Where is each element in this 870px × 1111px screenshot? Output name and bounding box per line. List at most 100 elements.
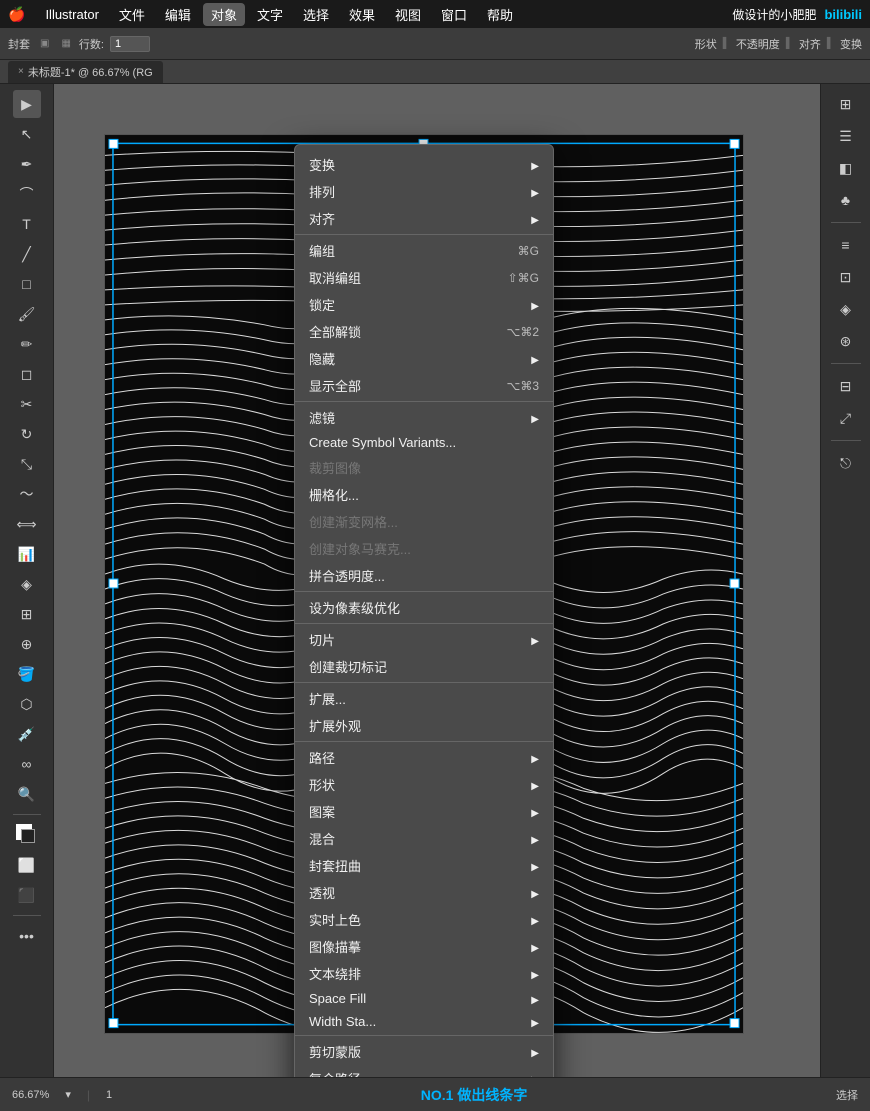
brushes-icon[interactable]: ≡ bbox=[832, 231, 860, 259]
menu-item-compound-path[interactable]: 复合路径 bbox=[295, 1065, 553, 1077]
menu-item-flatten-transparency[interactable]: 拼合透明度... bbox=[295, 562, 553, 589]
select-tool-icon[interactable]: ▶ bbox=[13, 90, 41, 118]
menu-item-lock[interactable]: 锁定 bbox=[295, 291, 553, 318]
properties-icon[interactable]: ⊞ bbox=[832, 90, 860, 118]
menu-item-create-symbol-variants[interactable]: Create Symbol Variants... bbox=[295, 431, 553, 454]
rect-tool-icon[interactable]: □ bbox=[13, 270, 41, 298]
props-opacity: 不透明度 bbox=[736, 36, 780, 52]
menu-item-space-fill[interactable]: Space Fill bbox=[295, 987, 553, 1010]
menu-section-pixel: 设为像素级优化 bbox=[295, 592, 553, 624]
eyedropper-tool-icon[interactable]: 💉 bbox=[13, 720, 41, 748]
menu-item-expand[interactable]: 扩展... bbox=[295, 685, 553, 712]
menu-item-create-gradient-mesh[interactable]: 创建渐变网格... bbox=[295, 508, 553, 535]
menu-item-unlock-all[interactable]: 全部解锁 ⌥⌘2 bbox=[295, 318, 553, 345]
width-tool-icon[interactable]: ⟺ bbox=[13, 510, 41, 538]
menu-view[interactable]: 视图 bbox=[387, 3, 429, 26]
submenu-arrow-icon bbox=[531, 939, 539, 954]
eraser-tool-icon[interactable]: ◻ bbox=[13, 360, 41, 388]
submenu-arrow-icon bbox=[531, 858, 539, 873]
menu-item-group[interactable]: 编组 ⌘G bbox=[295, 237, 553, 264]
tutorial-status: NO.1 做出线条字 bbox=[128, 1085, 820, 1105]
paintbrush-tool-icon[interactable]: 🖌 bbox=[13, 300, 41, 328]
menu-item-width-sta[interactable]: Width Sta... bbox=[295, 1010, 553, 1033]
menu-item-image-trace[interactable]: 图像描摹 bbox=[295, 933, 553, 960]
menu-item-pixel-perfect[interactable]: 设为像素级优化 bbox=[295, 594, 553, 621]
screen-mode-icon[interactable]: ⬛ bbox=[13, 881, 41, 909]
tab-close-icon[interactable]: × bbox=[18, 66, 24, 77]
libraries-icon[interactable]: ☰ bbox=[832, 122, 860, 150]
right-panel: ⊞ ☰ ◧ ♣ ≡ ⊡ ◈ ⊛ ⊟ ⤢ ⎋ bbox=[820, 84, 870, 1077]
live-paint-tool-icon[interactable]: 🪣 bbox=[13, 660, 41, 688]
transform-icon[interactable]: ⤢ bbox=[832, 404, 860, 432]
symbols-icon[interactable]: ♣ bbox=[832, 186, 860, 214]
menu-item-clipping-mask[interactable]: 剪切蒙版 bbox=[295, 1038, 553, 1065]
menu-item-crop-image[interactable]: 裁剪图像 bbox=[295, 454, 553, 481]
direct-select-tool-icon[interactable]: ↖ bbox=[13, 120, 41, 148]
perspective-tool-icon[interactable]: ⬡ bbox=[13, 690, 41, 718]
rotate-tool-icon[interactable]: ↻ bbox=[13, 420, 41, 448]
zoom-tool-icon[interactable]: 🔍 bbox=[13, 780, 41, 808]
drawing-mode-icon[interactable]: ⬜ bbox=[13, 851, 41, 879]
menu-item-envelope-distort[interactable]: 封套扭曲 bbox=[295, 852, 553, 879]
scale-tool-icon[interactable]: ⤡ bbox=[13, 450, 41, 478]
menu-item-align[interactable]: 对齐 bbox=[295, 205, 553, 232]
asset-export-icon[interactable]: ⎋ bbox=[832, 449, 860, 477]
menu-item-live-paint[interactable]: 实时上色 bbox=[295, 906, 553, 933]
graphic-styles-icon[interactable]: ◈ bbox=[832, 295, 860, 323]
layers-icon[interactable]: ◧ bbox=[832, 154, 860, 182]
menu-item-show-all[interactable]: 显示全部 ⌥⌘3 bbox=[295, 372, 553, 399]
line-tool-icon[interactable]: ╱ bbox=[13, 240, 41, 268]
menu-item-arrange[interactable]: 排列 bbox=[295, 178, 553, 205]
menu-item-create-object-mosaic[interactable]: 创建对象马赛克... bbox=[295, 535, 553, 562]
blend-tool-icon[interactable]: ∞ bbox=[13, 750, 41, 778]
menu-object[interactable]: 对象 bbox=[203, 3, 245, 26]
menu-item-blend[interactable]: 混合 bbox=[295, 825, 553, 852]
menu-item-text-wrap[interactable]: 文本绕排 bbox=[295, 960, 553, 987]
submenu-arrow-icon bbox=[531, 912, 539, 927]
menu-edit[interactable]: 编辑 bbox=[157, 3, 199, 26]
menu-item-filters[interactable]: 滤镜 bbox=[295, 404, 553, 431]
shape-builder-tool-icon[interactable]: ⊕ bbox=[13, 630, 41, 658]
pencil-tool-icon[interactable]: ✏ bbox=[13, 330, 41, 358]
gradient-tool-icon[interactable]: ◈ bbox=[13, 570, 41, 598]
type-tool-icon[interactable]: T bbox=[13, 210, 41, 238]
fill-stroke-icon[interactable] bbox=[13, 821, 41, 849]
menu-item-slice[interactable]: 切片 bbox=[295, 626, 553, 653]
menu-item-expand-appearance[interactable]: 扩展外观 bbox=[295, 712, 553, 739]
menu-file[interactable]: 文件 bbox=[111, 3, 153, 26]
menu-item-path[interactable]: 路径 bbox=[295, 744, 553, 771]
menu-item-hide[interactable]: 隐藏 bbox=[295, 345, 553, 372]
appearance-icon[interactable]: ⊛ bbox=[832, 327, 860, 355]
menu-illustrator[interactable]: Illustrator bbox=[37, 5, 106, 24]
curvature-tool-icon[interactable]: ⌒ bbox=[13, 180, 41, 208]
canvas-area[interactable]: 变换 排列 对齐 编组 ⌘G 取消编组 bbox=[54, 84, 820, 1077]
swatches-icon[interactable]: ⊡ bbox=[832, 263, 860, 291]
scissors-tool-icon[interactable]: ✂ bbox=[13, 390, 41, 418]
zoom-arrow: ▾ bbox=[65, 1088, 71, 1101]
tab-bar: × 未标题-1* @ 66.67% (RG bbox=[0, 60, 870, 84]
menu-item-perspective[interactable]: 透视 bbox=[295, 879, 553, 906]
toolbar-rows-input[interactable] bbox=[110, 36, 150, 52]
menu-item-transform[interactable]: 变换 bbox=[295, 151, 553, 178]
menu-select[interactable]: 选择 bbox=[295, 3, 337, 26]
menu-item-rasterize[interactable]: 栅格化... bbox=[295, 481, 553, 508]
props-transform: 变换 bbox=[840, 36, 862, 52]
submenu-arrow-icon bbox=[531, 297, 539, 312]
menu-window[interactable]: 窗口 bbox=[433, 3, 475, 26]
menu-help[interactable]: 帮助 bbox=[479, 3, 521, 26]
more-tools-icon[interactable]: ••• bbox=[13, 922, 41, 950]
menu-item-shape[interactable]: 形状 bbox=[295, 771, 553, 798]
menu-item-pattern[interactable]: 图案 bbox=[295, 798, 553, 825]
menu-effect[interactable]: 效果 bbox=[341, 3, 383, 26]
menu-section-clipping: 剪切蒙版 复合路径 画板 图表 bbox=[295, 1036, 553, 1077]
column-graph-tool-icon[interactable]: 📊 bbox=[13, 540, 41, 568]
mesh-tool-icon[interactable]: ⊞ bbox=[13, 600, 41, 628]
submenu-arrow-icon bbox=[531, 632, 539, 647]
warp-tool-icon[interactable]: 〜 bbox=[13, 480, 41, 508]
document-tab[interactable]: × 未标题-1* @ 66.67% (RG bbox=[8, 61, 163, 83]
menu-item-ungroup[interactable]: 取消编组 ⇧⌘G bbox=[295, 264, 553, 291]
pen-tool-icon[interactable]: ✒ bbox=[13, 150, 41, 178]
menu-type[interactable]: 文字 bbox=[249, 3, 291, 26]
align-icon[interactable]: ⊟ bbox=[832, 372, 860, 400]
menu-item-create-trim-marks[interactable]: 创建裁切标记 bbox=[295, 653, 553, 680]
